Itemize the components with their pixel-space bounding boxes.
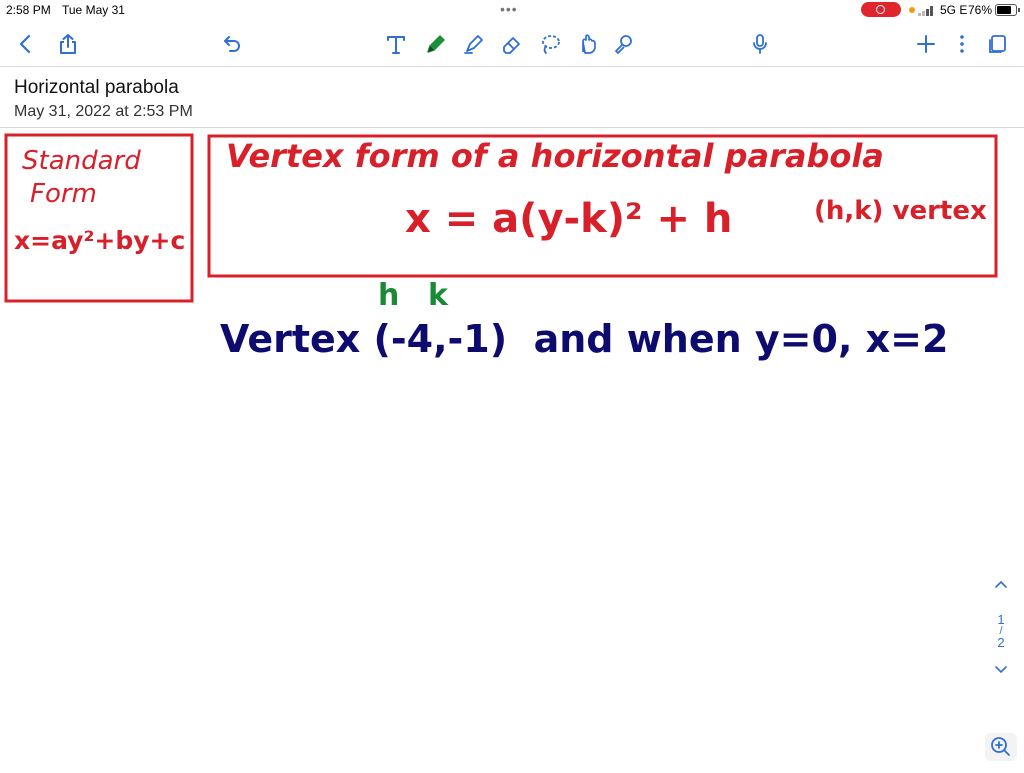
battery-icon — [995, 4, 1020, 16]
network-label: 5G E — [940, 3, 968, 17]
right-box-note: (h,k) vertex — [814, 196, 987, 226]
lasso-icon[interactable] — [536, 30, 564, 58]
eraser-icon[interactable] — [498, 30, 526, 58]
status-date: Tue May 31 — [62, 3, 125, 17]
page-down-icon[interactable] — [986, 664, 1016, 684]
vertex-line: Vertex (-4,-1) and when y=0, x=2 — [220, 317, 948, 361]
right-box-formula: x = a(y-k)² + h — [405, 196, 732, 242]
page-up-icon[interactable] — [986, 578, 1016, 598]
microphone-icon[interactable] — [746, 30, 774, 58]
left-box-line1: Standard — [22, 146, 141, 176]
pen-icon[interactable] — [422, 30, 450, 58]
ink-layer: Standard Form x=ay²+by+c Vertex form of … — [4, 133, 998, 361]
signal-bars-icon — [918, 5, 936, 16]
note-title[interactable]: Horizontal parabola — [14, 77, 179, 99]
add-page-icon[interactable] — [912, 30, 940, 58]
multitask-dots-icon[interactable]: ••• — [500, 1, 518, 17]
more-icon[interactable] — [948, 30, 976, 58]
label-h: h — [378, 278, 399, 313]
note-header: Horizontal parabola May 31, 2022 at 2:53… — [0, 66, 1024, 128]
note-date: May 31, 2022 at 2:53 PM — [14, 103, 193, 120]
total-pages: 2 — [997, 635, 1005, 650]
note-canvas[interactable]: Standard Form x=ay²+by+c Vertex form of … — [0, 127, 1024, 768]
left-box-line2: Form — [30, 179, 97, 209]
toolbar — [0, 22, 1024, 66]
undo-icon[interactable] — [218, 30, 246, 58]
status-bar: 2:58 PM Tue May 31 ••• 5G E 76% — [0, 0, 1024, 22]
pages-icon[interactable] — [984, 30, 1012, 58]
right-box-line1: Vertex form of a horizontal parabola — [226, 137, 884, 175]
label-k: k — [428, 278, 449, 313]
shapes-icon[interactable] — [574, 30, 602, 58]
text-tool-icon[interactable] — [382, 30, 410, 58]
status-time: 2:58 PM — [6, 3, 51, 17]
laser-icon[interactable] — [610, 30, 638, 58]
left-box-line3: x=ay²+by+c — [14, 226, 185, 255]
highlighter-icon[interactable] — [460, 30, 488, 58]
screen-recording-icon[interactable] — [861, 2, 901, 17]
share-icon[interactable] — [54, 30, 82, 58]
page-navigator: 1 / 2 — [986, 578, 1016, 698]
privacy-dot-icon — [909, 7, 915, 13]
battery-percent: 76% — [968, 3, 993, 17]
back-icon[interactable] — [12, 30, 40, 58]
zoom-icon[interactable] — [984, 732, 1018, 762]
